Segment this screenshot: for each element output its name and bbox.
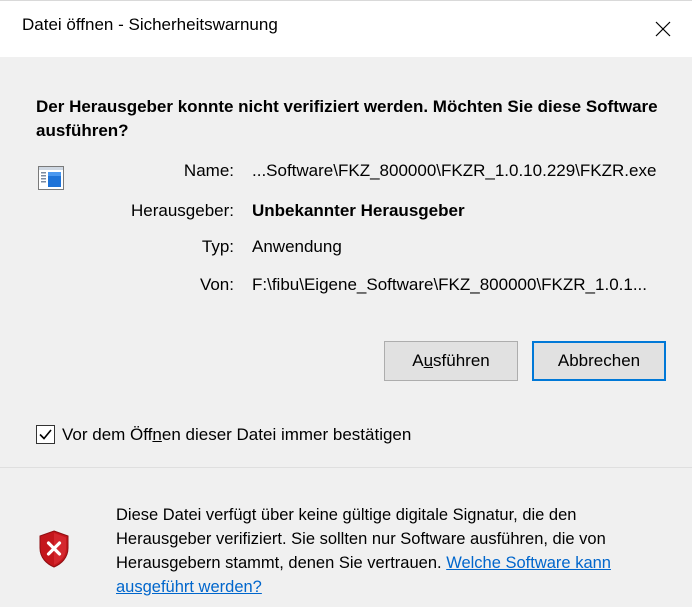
from-label: Von: [199, 275, 234, 294]
run-button-label-pre: A [412, 351, 424, 370]
footer-panel: Diese Datei verfügt über keine gültige d… [0, 468, 692, 607]
run-button-label-post: sführen [433, 351, 490, 370]
from-value: F:\fibu\Eigene_Software\FKZ_800000\FKZR_… [252, 275, 647, 294]
name-value: ...Software\FKZ_800000\FKZR_1.0.10.229\F… [252, 161, 657, 180]
warning-headline: Der Herausgeber konnte nicht verifiziert… [36, 97, 658, 140]
name-label: Name: [183, 161, 234, 180]
application-icon [38, 166, 64, 190]
run-button[interactable]: Ausführen [384, 341, 518, 381]
run-button-mnemonic: u [423, 351, 434, 370]
window-title: Datei öffnen - Sicherheitswarnung [22, 15, 278, 34]
always-confirm-label-post: en dieser Datei immer bestätigen [161, 425, 412, 444]
title-bar: Datei öffnen - Sicherheitswarnung [0, 1, 692, 57]
checkmark-icon [39, 429, 52, 440]
dialog-body: Der Herausgeber konnte nicht verifiziert… [0, 57, 692, 467]
publisher-label: Herausgeber: [130, 201, 234, 220]
close-icon [655, 21, 671, 37]
signature-warning-text: Diese Datei verfügt über keine gültige d… [116, 503, 676, 599]
always-confirm-label-mnemonic: n [152, 425, 162, 444]
cancel-button-label: Abbrechen [557, 351, 641, 370]
cancel-button[interactable]: Abbrechen [532, 341, 666, 381]
shield-error-icon [38, 530, 70, 568]
always-confirm-label: Vor dem Öffnen dieser Datei immer bestät… [62, 423, 411, 447]
always-confirm-checkbox[interactable] [36, 425, 55, 444]
publisher-value: Unbekannter Herausgeber [252, 201, 465, 220]
close-button[interactable] [640, 7, 686, 51]
type-value: Anwendung [252, 237, 342, 256]
type-label: Typ: [201, 237, 234, 256]
security-warning-dialog: Datei öffnen - Sicherheitswarnung Der He… [0, 0, 692, 607]
always-confirm-label-pre: Vor dem Öff [62, 425, 153, 444]
